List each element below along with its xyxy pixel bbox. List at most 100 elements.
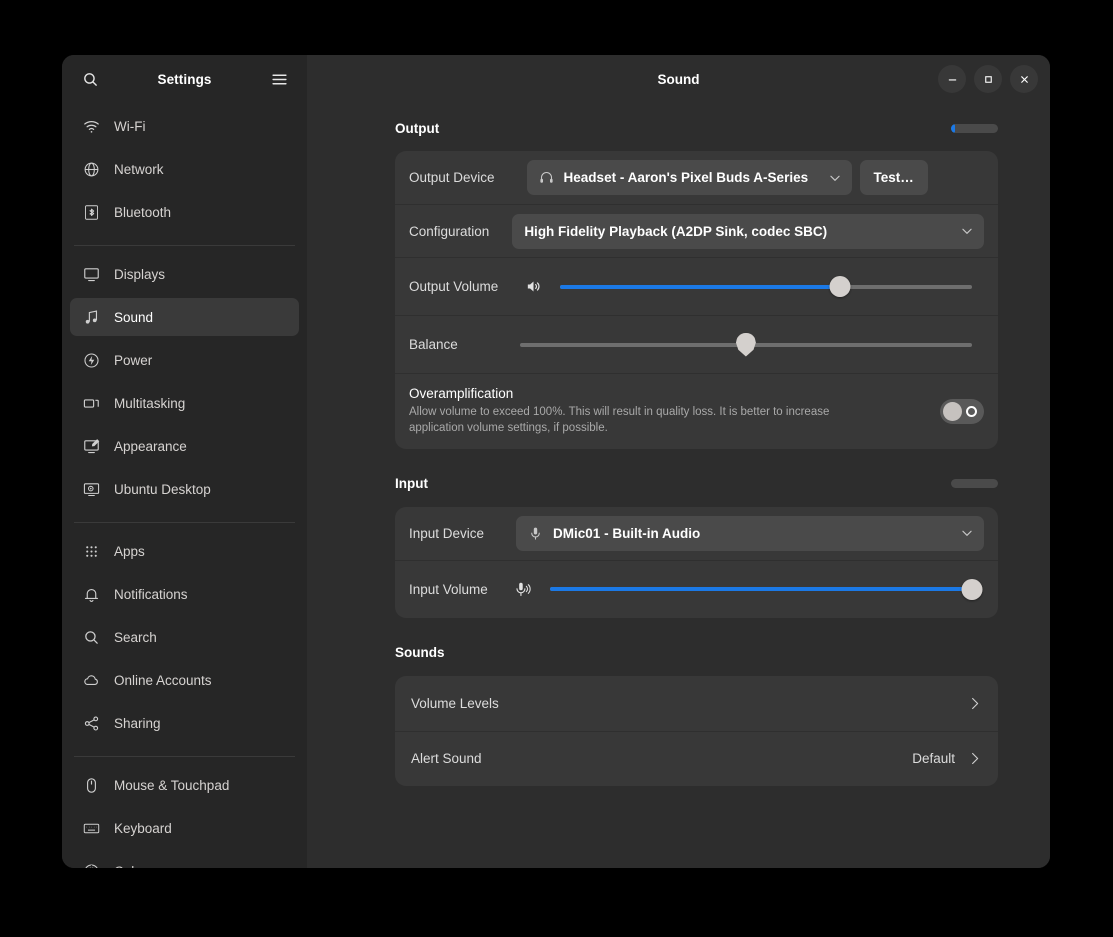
sidebar-item-power[interactable]: Power [70,341,299,379]
close-button[interactable] [1010,65,1038,93]
search-icon [82,628,100,646]
sidebar-item-bluetooth[interactable]: Bluetooth [70,193,299,231]
sidebar-group-devices: Mouse & Touchpad Keyboard [70,762,299,868]
sidebar-item-notifications[interactable]: Notifications [70,575,299,613]
settings-scroll-area: Output Output Device Headset - Aaron's P… [307,103,1050,868]
sidebar-item-label: Sound [114,309,154,325]
maximize-button[interactable] [974,65,1002,93]
alert-sound-label: Alert Sound [411,751,482,767]
output-card: Output Device Headset - Aaron's Pixel Bu… [395,151,998,449]
settings-window: Settings Wi-Fi Network Bluetooth Display… [62,55,1050,868]
sidebar-title: Settings [157,71,212,87]
multitasking-icon [82,394,100,412]
speaker-volume-icon[interactable] [520,278,546,295]
test-button[interactable]: Test… [859,160,928,195]
output-device-select[interactable]: Headset - Aaron's Pixel Buds A-Series [526,160,852,195]
sounds-card: Volume Levels Alert Sound Default [395,675,998,786]
sidebar-item-label: Mouse & Touchpad [114,777,230,793]
sidebar-item-label: Displays [114,266,166,282]
input-volume-label: Input Volume [409,581,488,597]
sidebar-item-apps[interactable]: Apps [70,532,299,570]
sidebar-header: Settings [62,55,307,103]
toggle-knob [943,401,962,421]
sidebar-item-search[interactable]: Search [70,618,299,656]
mouse-icon [82,776,100,794]
search-icon[interactable] [76,65,104,93]
output-device-value: Headset - Aaron's Pixel Buds A-Series [563,170,809,185]
output-device-label: Output Device [409,170,495,185]
sounds-section-title: Sounds [395,645,445,661]
sidebar-item-label: Bluetooth [114,204,172,220]
sidebar-item-wi-fi[interactable]: Wi-Fi [70,107,299,145]
sidebar-item-sound[interactable]: Sound [70,298,299,336]
sidebar-item-mouse-touchpad[interactable]: Mouse & Touchpad [70,766,299,804]
balance-label: Balance [409,337,458,352]
sidebar-item-ubuntu-desktop[interactable]: Ubuntu Desktop [70,470,299,508]
bluetooth-icon [82,203,100,221]
sidebar-divider [74,756,295,757]
sidebar-group-connectivity: Wi-Fi Network Bluetooth [70,103,299,240]
alert-sound-row[interactable]: Alert Sound Default [395,730,998,786]
appearance-icon [82,437,100,455]
sidebar-item-multitasking[interactable]: Multitasking [70,384,299,422]
sidebar-item-online-accounts[interactable]: Online Accounts [70,661,299,699]
input-section-header: Input [395,469,998,499]
slider-handle[interactable] [829,276,851,297]
output-volume-slider[interactable] [560,276,972,297]
microphone-level-icon[interactable] [510,581,536,598]
chevron-down-icon [960,526,974,540]
overamplification-text: Overamplification Allow volume to exceed… [409,386,940,437]
color-wheel-icon [82,862,100,868]
chevron-down-icon [828,171,842,185]
input-device-select[interactable]: DMic01 - Built-in Audio [516,515,984,551]
microphone-icon [528,526,543,541]
sidebar-item-keyboard[interactable]: Keyboard [70,809,299,847]
slider-handle[interactable] [735,332,756,357]
sidebar-item-displays[interactable]: Displays [70,255,299,293]
output-volume-row: Output Volume [395,257,998,315]
input-volume-slider[interactable] [549,578,983,600]
sidebar-item-label: Network [114,161,164,177]
volume-levels-row[interactable]: Volume Levels [395,676,998,731]
share-icon [82,714,100,732]
sidebar-group-apps: Apps Notifications Search Online Account… [70,528,299,751]
overamplification-toggle[interactable] [940,398,984,424]
output-device-row: Output Device Headset - Aaron's Pixel Bu… [395,151,998,204]
sidebar-item-label: Search [114,629,157,645]
minimize-button[interactable] [938,65,966,93]
sidebar-item-label: Color [114,864,146,869]
hamburger-menu-icon[interactable] [265,65,293,93]
sidebar-item-sharing[interactable]: Sharing [70,704,299,742]
balance-slider[interactable] [519,332,972,357]
sidebar-item-label: Wi-Fi [114,118,146,134]
sidebar-item-color[interactable]: Color [70,852,299,868]
input-device-label: Input Device [409,525,485,541]
sidebar-item-appearance[interactable]: Appearance [70,427,299,465]
output-section-header: Output [395,113,998,143]
input-device-value: DMic01 - Built-in Audio [553,525,701,541]
sidebar-item-label: Multitasking [114,395,186,411]
display-icon [82,265,100,283]
sidebar-item-label: Keyboard [114,820,172,836]
overamplification-description: Allow volume to exceed 100%. This will r… [409,406,830,435]
input-card: Input Device DMic01 - Built-in Audio Inp… [395,506,998,618]
sidebar: Settings Wi-Fi Network Bluetooth Display… [62,55,307,868]
sidebar-group-system: Displays Sound Power Multitasking Appear… [70,251,299,517]
network-icon [82,160,100,178]
sidebar-divider [74,245,295,246]
output-configuration-select[interactable]: High Fidelity Playback (A2DP Sink, codec… [512,213,984,249]
sidebar-divider [74,522,295,523]
wifi-icon [82,117,100,135]
ubuntu-desktop-icon [82,480,100,498]
input-device-row: Input Device DMic01 - Built-in Audio [395,507,998,560]
sidebar-nav-list: Wi-Fi Network Bluetooth Displays Sound P… [62,103,307,868]
sound-note-icon [82,308,100,326]
toggle-off-icon [966,405,977,417]
cloud-icon [82,671,100,689]
sounds-section-header: Sounds [395,638,998,668]
slider-handle[interactable] [961,578,983,600]
sidebar-item-network[interactable]: Network [70,150,299,188]
keyboard-icon [82,819,100,837]
input-section-title: Input [395,476,428,492]
sidebar-item-label: Online Accounts [114,672,212,688]
